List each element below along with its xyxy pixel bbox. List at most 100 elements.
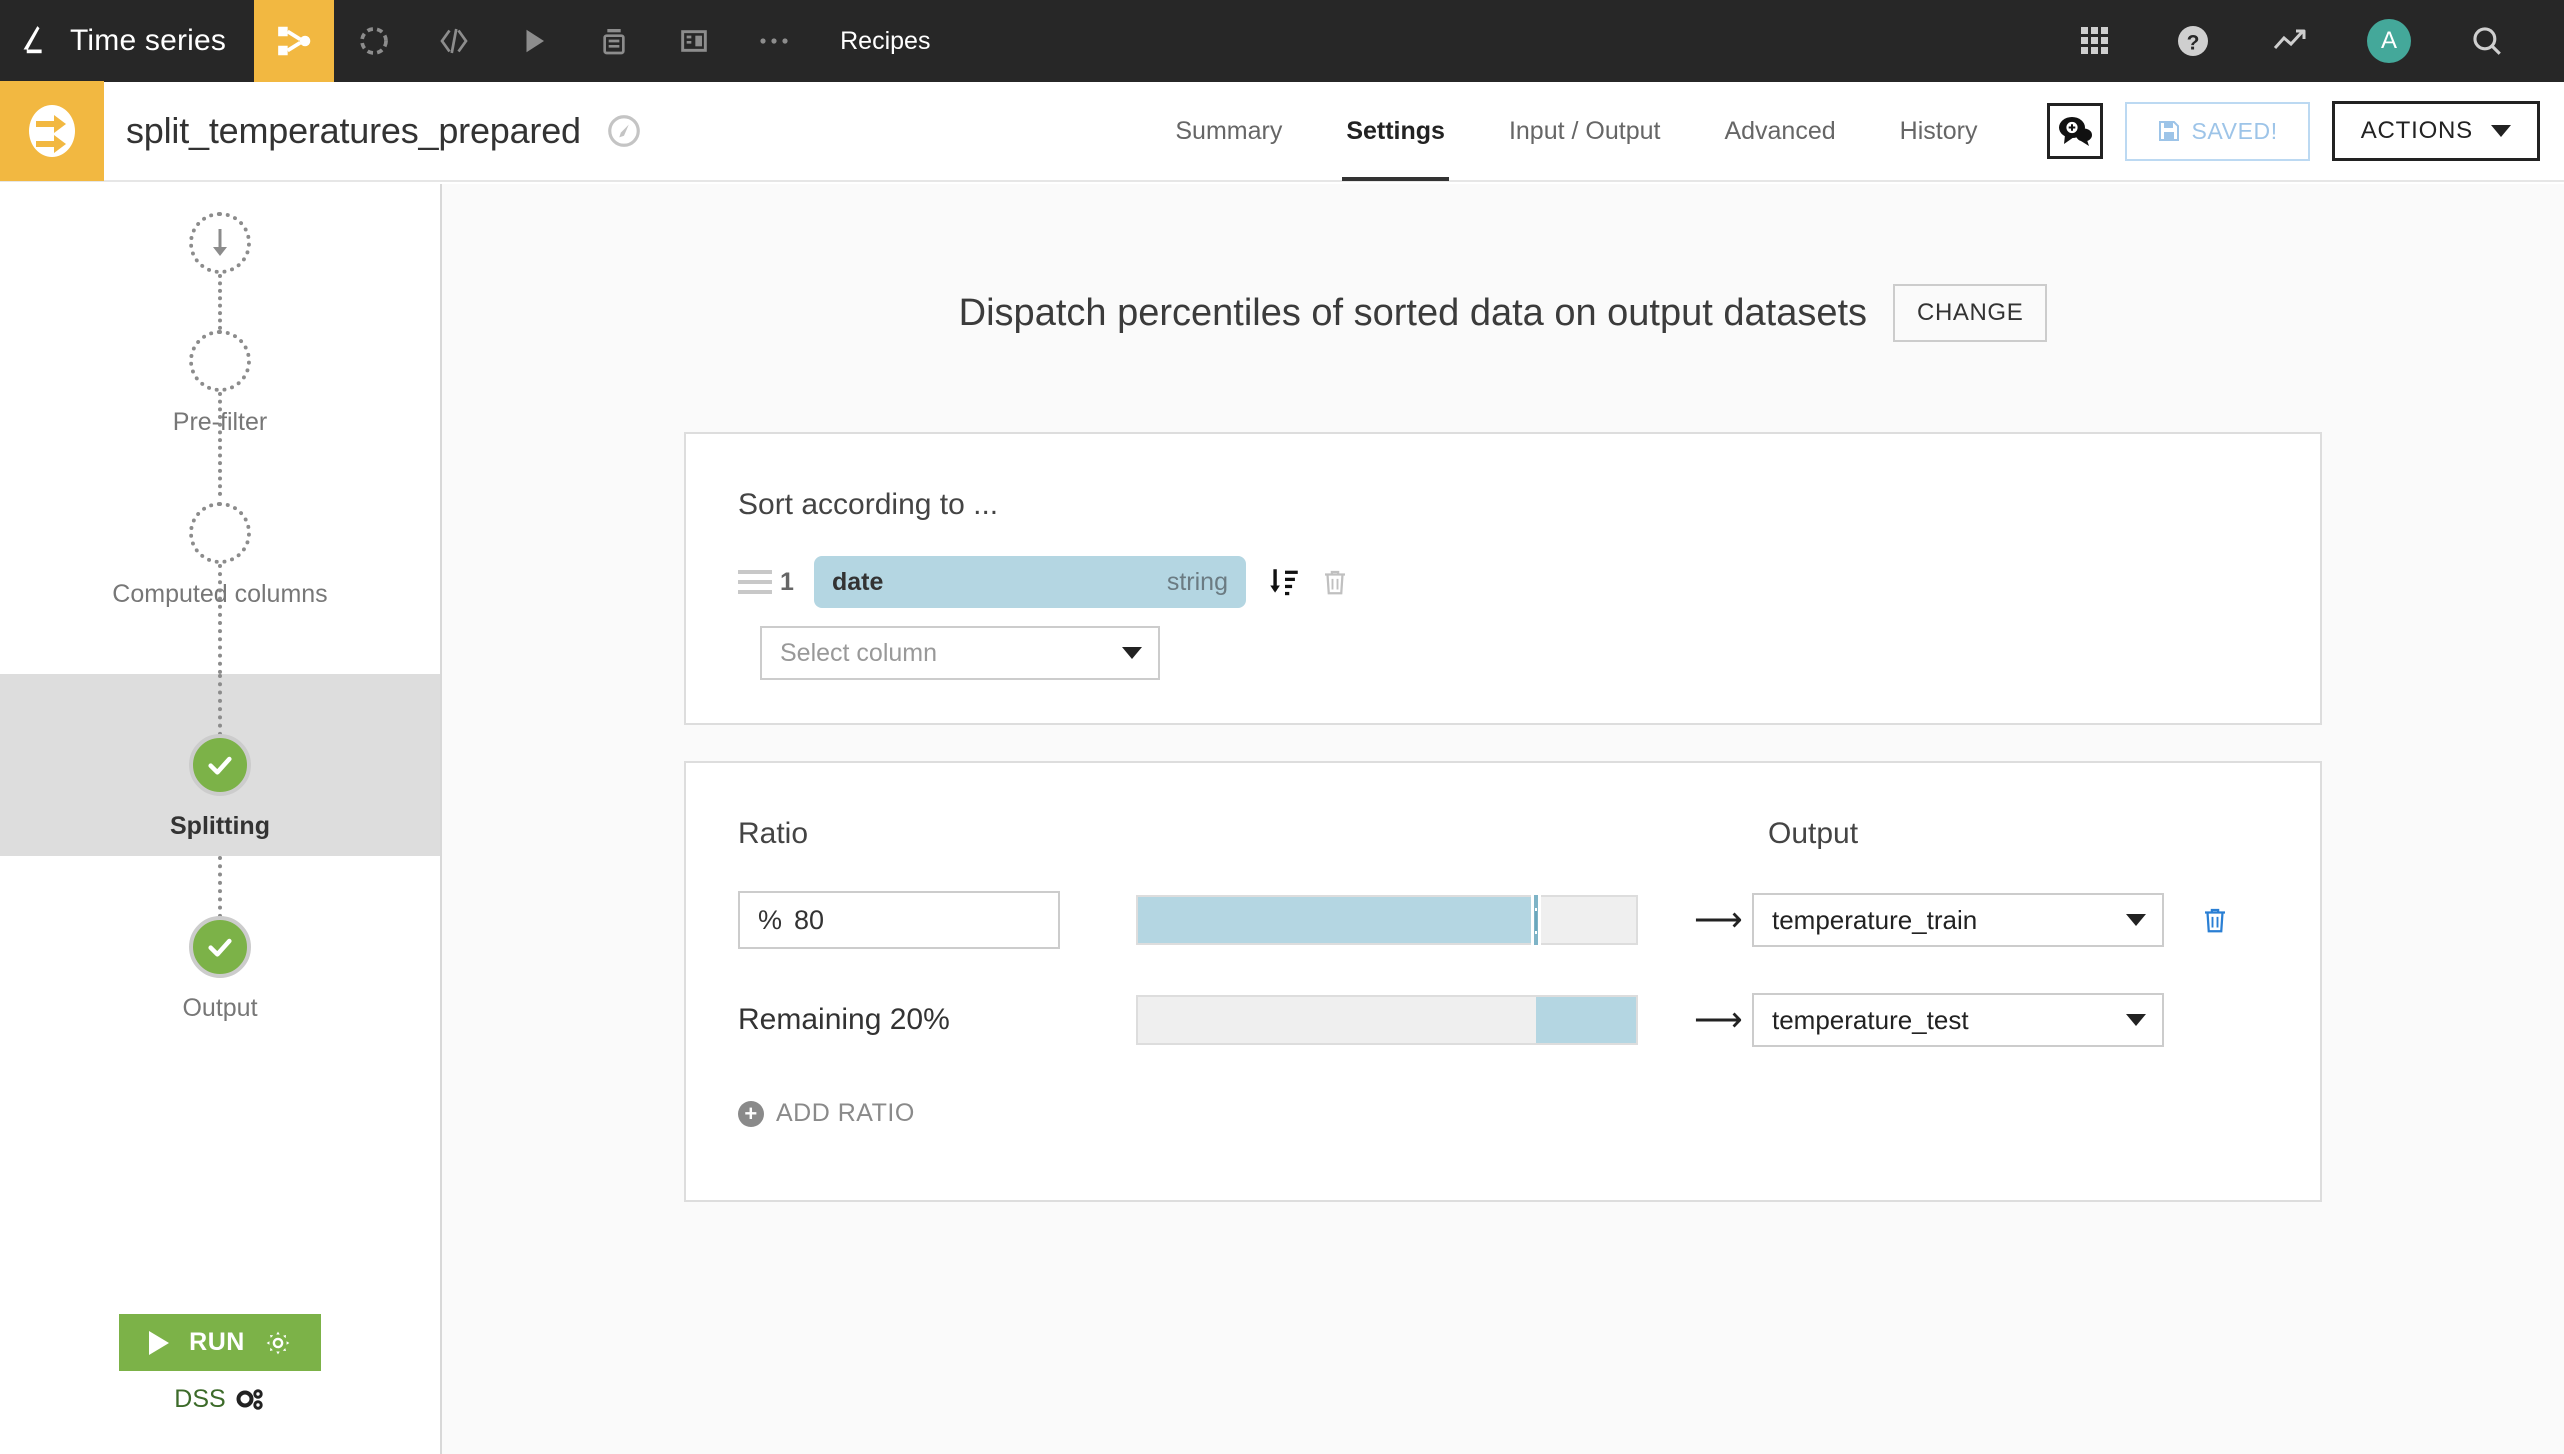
add-ratio-label: ADD RATIO [776, 1099, 915, 1127]
bird-logo-icon [23, 26, 42, 54]
run-button[interactable]: RUN [119, 1314, 321, 1371]
maps-to-arrow-icon: ⟶ [1694, 901, 1743, 939]
dashboard-icon[interactable] [654, 0, 734, 82]
ratio-row: Remaining 20% ⟶ temperature_test [738, 993, 2320, 1047]
ratio-card: Ratio Output % 80 ⟶ temperature_train Re… [684, 761, 2322, 1202]
input-step-dot [189, 212, 251, 274]
gear-icon[interactable] [265, 1330, 291, 1356]
ratio-slider-remaining [1136, 995, 1638, 1045]
output-dataset-dropdown[interactable]: temperature_test [1752, 993, 2164, 1047]
split-mode-title-row: Dispatch percentiles of sorted data on o… [442, 184, 2564, 342]
run-area: RUN DSS [0, 1314, 440, 1414]
tab-input-output[interactable]: Input / Output [1477, 81, 1693, 181]
slider-fill [1138, 897, 1537, 943]
gears-icon [236, 1388, 263, 1410]
drag-handle-icon[interactable] [738, 570, 780, 594]
help-icon[interactable]: ? [2144, 0, 2242, 82]
main-content: Dispatch percentiles of sorted data on o… [442, 184, 2564, 1454]
section-label-recipes[interactable]: Recipes [814, 0, 956, 82]
topbar-right-actions: ? A [2046, 0, 2564, 82]
saved-button[interactable]: SAVED! [2125, 101, 2310, 161]
sort-column-name: date [832, 567, 884, 596]
check-icon [208, 938, 232, 957]
ratio-column-label: Ratio [738, 817, 809, 850]
actions-label: ACTIONS [2360, 117, 2473, 144]
ratio-row: % 80 ⟶ temperature_train [738, 891, 2320, 949]
output-dataset-dropdown[interactable]: temperature_train [1752, 893, 2164, 947]
percent-input[interactable]: % 80 [738, 891, 1060, 949]
steps-list: Pre-filter Computed columns Splitting Ou… [0, 184, 440, 1028]
splitting-step-dot [189, 734, 251, 796]
apps-grid-icon[interactable] [2046, 0, 2144, 82]
sort-section-title: Sort according to ... [738, 488, 999, 521]
discussion-icon[interactable] [2047, 103, 2104, 159]
ratio-slider[interactable] [1136, 895, 1638, 945]
scenarios-icon[interactable] [574, 0, 654, 82]
output-dataset-name: temperature_train [1772, 904, 1978, 935]
code-icon[interactable] [414, 0, 494, 82]
tab-history[interactable]: History [1868, 81, 2010, 181]
output-step-dot [189, 916, 251, 978]
chevron-down-icon [2491, 125, 2511, 137]
computed-columns-step-dot [189, 502, 251, 564]
avatar[interactable]: A [2340, 0, 2438, 82]
sort-card-inner: Sort according to ... 1 date string Sele… [686, 434, 2320, 680]
ratio-card-inner: Ratio Output % 80 ⟶ temperature_train Re… [686, 763, 2320, 1128]
sidebar-step-computed-columns[interactable]: Computed columns [0, 502, 440, 674]
sidebar-step-label: Output [182, 994, 258, 1022]
step-connector [218, 392, 222, 496]
pre-filter-step-dot [189, 330, 251, 392]
remaining-ratio-label: Remaining 20% [738, 1003, 950, 1036]
recipe-info-icon[interactable] [581, 112, 643, 150]
recipe-header: split_temperatures_prepared Summary Sett… [0, 81, 2564, 182]
step-connector [218, 674, 222, 736]
sort-column-pill[interactable]: date string [814, 556, 1246, 608]
avatar-initial: A [2367, 19, 2411, 63]
top-navigation-bar: Time series Recipes ? A [0, 0, 2564, 82]
trend-icon[interactable] [2242, 0, 2340, 82]
page-title: split_temperatures_prepared [126, 110, 581, 151]
search-icon[interactable] [2438, 0, 2536, 82]
tab-advanced[interactable]: Advanced [1692, 81, 1867, 181]
chevron-down-icon [1122, 647, 1142, 659]
run-label: RUN [189, 1328, 245, 1356]
tab-summary[interactable]: Summary [1143, 81, 1314, 181]
sidebar-step-splitting[interactable]: Splitting [0, 674, 440, 918]
tab-settings[interactable]: Settings [1314, 81, 1477, 181]
add-ratio-button[interactable]: + ADD RATIO [738, 1099, 2320, 1128]
jobs-play-icon[interactable] [494, 0, 574, 82]
actions-button[interactable]: ACTIONS [2331, 101, 2540, 161]
sort-descending-icon[interactable] [1268, 565, 1302, 599]
dataiku-logo[interactable] [0, 0, 62, 82]
dataset-icon[interactable] [334, 0, 414, 82]
dss-engine-selector[interactable]: DSS [174, 1385, 265, 1414]
sort-row: 1 date string [738, 556, 2320, 608]
flow-icon[interactable] [254, 0, 335, 82]
sort-column-type: string [1166, 567, 1228, 596]
project-name[interactable]: Time series [62, 0, 254, 82]
more-ellipsis-icon[interactable] [734, 0, 814, 82]
svg-text:?: ? [2187, 31, 2200, 54]
chevron-down-icon [2126, 914, 2146, 926]
output-column-label: Output [1768, 817, 1859, 850]
sidebar-step-input[interactable] [0, 212, 440, 330]
step-connector [218, 856, 222, 918]
percent-symbol: % [758, 904, 783, 935]
sort-card: Sort according to ... 1 date string Sele… [684, 432, 2322, 725]
sidebar-step-label: Splitting [170, 812, 270, 840]
delete-trash-icon[interactable] [1320, 566, 1350, 598]
arrow-down-icon [213, 229, 227, 256]
slider-handle[interactable] [1531, 895, 1542, 945]
step-connector [218, 564, 222, 674]
slider-fill [1536, 997, 1636, 1043]
select-column-dropdown[interactable]: Select column [760, 626, 1160, 680]
dss-label: DSS [174, 1385, 226, 1413]
output-dataset-name: temperature_test [1772, 1004, 1969, 1035]
ratio-card-headings: Ratio Output [738, 817, 2320, 851]
delete-trash-icon [2205, 908, 2225, 933]
delete-ratio-button[interactable] [2200, 904, 2230, 936]
plus-icon: + [738, 1100, 764, 1127]
maps-to-arrow-icon: ⟶ [1694, 1001, 1743, 1039]
sidebar-step-pre-filter[interactable]: Pre-filter [0, 330, 440, 502]
change-button[interactable]: CHANGE [1893, 284, 2048, 342]
